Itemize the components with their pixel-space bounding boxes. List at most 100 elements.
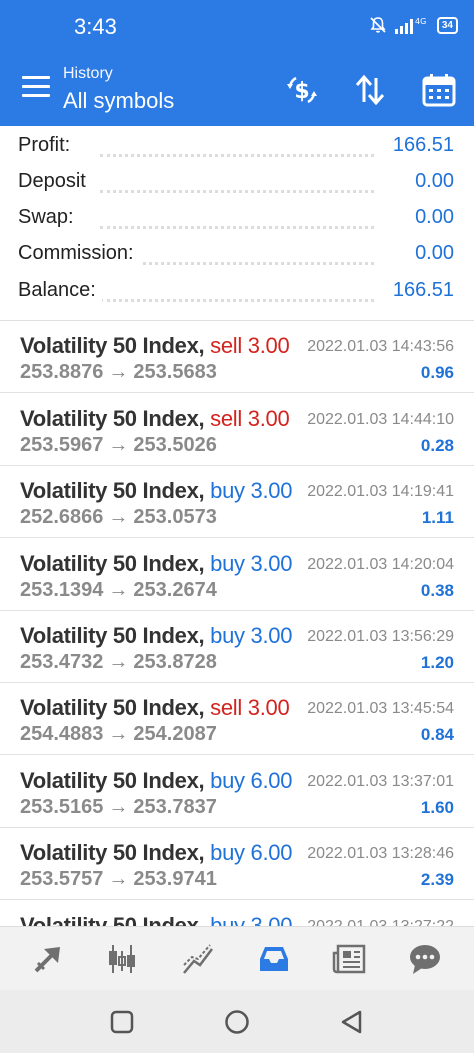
deal-type: buy 3.00: [210, 551, 293, 576]
deal-list[interactable]: Volatility 50 Index, sell 3.00 253.8876 →…: [0, 320, 474, 926]
nav-history[interactable]: [254, 939, 294, 979]
deal-type: sell 3.00: [210, 406, 290, 431]
deal-row[interactable]: Volatility 50 Index, buy 6.00 253.5757 → 2…: [0, 828, 474, 900]
close-price: 253.5026: [133, 434, 217, 456]
deal-row[interactable]: Volatility 50 Index, buy 3.00 252.6866 → 2…: [0, 466, 474, 538]
dotted-leader: [100, 190, 374, 193]
open-price: 253.5757: [20, 868, 104, 890]
open-price: 253.8876: [20, 361, 104, 383]
summary-value: 0.00: [409, 206, 454, 229]
deal-symbol: Volatility 50 Index,: [20, 768, 205, 793]
summary-label: Profit:: [18, 134, 77, 157]
summary-label: Commission:: [18, 242, 140, 265]
deal-symbol: Volatility 50 Index,: [20, 623, 205, 648]
deal-profit: 0.28: [420, 436, 454, 455]
symbol-filter-title[interactable]: All symbols: [63, 88, 174, 114]
deal-profit: 0.38: [420, 581, 454, 600]
summary-value: 0.00: [409, 242, 454, 265]
deal-type: buy 3.00: [210, 913, 293, 926]
summary-row-deposit: Deposit 0.00: [0, 164, 474, 200]
deal-profit: 1.20: [420, 653, 454, 672]
open-price: 252.6866: [20, 506, 104, 528]
mute-bell-icon: [370, 17, 386, 33]
currency-exchange-icon[interactable]: $: [284, 72, 320, 108]
close-price: 253.9741: [133, 868, 217, 890]
dotted-leader: [100, 299, 374, 302]
summary-panel: Profit: 166.51 Deposit 0.00 Swap: 0.00 C…: [0, 126, 474, 320]
price-arrow: →: [108, 506, 129, 528]
deal-profit: 0.84: [420, 725, 454, 744]
close-price: 253.5683: [133, 361, 217, 383]
deal-time: 2022.01.03 14:43:56: [307, 338, 454, 355]
deal-row[interactable]: Volatility 50 Index, sell 3.00 254.4883 →…: [0, 683, 474, 755]
dotted-leader: [100, 262, 374, 265]
sort-icon[interactable]: [352, 72, 388, 108]
summary-value: 166.51: [386, 279, 454, 302]
deal-profit: 1.60: [420, 798, 454, 817]
close-price: 253.2674: [133, 579, 217, 601]
back-icon[interactable]: [338, 1008, 366, 1036]
nav-trade[interactable]: [178, 939, 218, 979]
close-price: 253.7837: [133, 796, 217, 818]
deal-type: buy 3.00: [210, 478, 293, 503]
quotes-arrows-icon: [34, 947, 60, 973]
system-nav-bar: [0, 990, 474, 1053]
newspaper-icon: [332, 944, 366, 974]
deal-symbol: Volatility 50 Index,: [20, 406, 205, 431]
deal-type: buy 6.00: [210, 768, 293, 793]
app-bar-subtitle: History: [63, 65, 113, 82]
status-time: 3:43: [74, 14, 117, 39]
deal-time: 2022.01.03 14:19:41: [307, 483, 454, 500]
deal-symbol: Volatility 50 Index,: [20, 695, 205, 720]
deal-row[interactable]: Volatility 50 Index, buy 3.00 253.1394 → 2…: [0, 539, 474, 611]
svg-text:$: $: [294, 79, 309, 104]
deal-row[interactable]: Volatility 50 Index, buy 6.00 253.5165 → 2…: [0, 756, 474, 828]
open-price: 253.5165: [20, 796, 104, 818]
deal-symbol: Volatility 50 Index,: [20, 478, 205, 503]
deal-time: 2022.01.03 13:56:29: [307, 628, 454, 645]
recent-apps-icon[interactable]: [108, 1008, 136, 1036]
deal-type: buy 3.00: [210, 623, 293, 648]
price-arrow: →: [108, 579, 129, 601]
hamburger-menu-icon[interactable]: [22, 76, 50, 104]
open-price: 253.1394: [20, 579, 104, 601]
deal-row[interactable]: Volatility 50 Index, sell 3.00 253.8876 →…: [0, 321, 474, 393]
summary-row-balance: Balance: 166.51: [0, 273, 474, 309]
nav-messages[interactable]: [405, 939, 445, 979]
candlestick-icon: [109, 945, 135, 973]
signal-icon: 4G: [394, 17, 426, 34]
summary-label: Balance:: [18, 279, 102, 302]
network-label: 4G: [415, 17, 426, 26]
deal-time: 2022.01.03 14:20:04: [307, 556, 454, 573]
trade-line-icon: [183, 944, 213, 974]
nav-quotes[interactable]: [28, 939, 68, 979]
deal-symbol: Volatility 50 Index,: [20, 333, 205, 358]
deal-row[interactable]: Volatility 50 Index, buy 3.00 253.4732 → 2…: [0, 611, 474, 683]
summary-value: 166.51: [386, 134, 454, 157]
open-price: 253.4732: [20, 651, 104, 673]
close-price: 253.8728: [133, 651, 217, 673]
summary-label: Swap:: [18, 206, 80, 229]
dotted-leader: [100, 226, 374, 229]
nav-chart[interactable]: [102, 939, 142, 979]
dotted-leader: [100, 154, 374, 157]
deal-time: 2022.01.03 13:45:54: [307, 700, 454, 717]
price-arrow: →: [108, 723, 129, 745]
deal-row[interactable]: Volatility 50 Index, buy 3.00 2022.01.03…: [0, 901, 474, 926]
deal-profit: 0.96: [420, 363, 454, 382]
deal-symbol: Volatility 50 Index,: [20, 913, 205, 926]
deal-profit: 1.11: [421, 508, 454, 527]
summary-row-swap: Swap: 0.00: [0, 200, 474, 236]
deal-time: 2022.01.03 13:28:46: [307, 845, 454, 862]
open-price: 253.5967: [20, 434, 104, 456]
deal-row[interactable]: Volatility 50 Index, sell 3.00 253.5967 →…: [0, 394, 474, 466]
price-arrow: →: [108, 868, 129, 890]
chat-bubble-icon: [410, 945, 440, 974]
deal-symbol: Volatility 50 Index,: [20, 551, 205, 576]
home-icon[interactable]: [223, 1008, 251, 1036]
deal-time: 2022.01.03 14:44:10: [307, 411, 454, 428]
nav-news[interactable]: [330, 939, 370, 979]
calendar-icon[interactable]: [421, 72, 457, 108]
summary-row-commission: Commission: 0.00: [0, 236, 474, 272]
deal-profit: 2.39: [420, 870, 454, 889]
